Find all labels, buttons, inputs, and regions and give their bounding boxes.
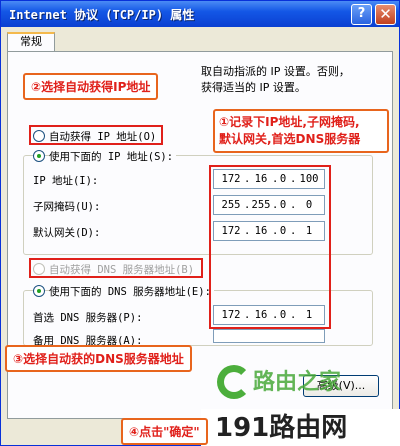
manual-ip-label[interactable]: 使用下面的 IP 地址(S):: [49, 149, 177, 164]
callout-step-1-line-2: 默认网关,首选DNS服务器: [219, 132, 361, 146]
watermark-logo-icon: [217, 365, 251, 399]
site-logo: 191路由网: [201, 409, 400, 446]
manual-ip-radio[interactable]: [33, 150, 45, 162]
watermark-text: 路由之家: [253, 370, 342, 395]
help-button[interactable]: ?: [351, 4, 372, 25]
close-button[interactable]: ✕: [375, 4, 396, 25]
titlebar: Internet 协议 (TCP/IP) 属性 ? ✕: [1, 1, 399, 27]
window-title: Internet 协议 (TCP/IP) 属性: [9, 8, 195, 22]
manual-dns-label[interactable]: 使用下面的 DNS 服务器地址(E):: [49, 284, 214, 299]
ip-address-label: IP 地址(I):: [33, 175, 99, 187]
gateway-label: 默认网关(D):: [33, 227, 101, 239]
preferred-dns-label: 首选 DNS 服务器(P):: [33, 312, 143, 324]
subnet-mask-label: 子网掩码(U):: [33, 201, 101, 213]
auto-dns-highlight: [29, 258, 203, 278]
tab-general[interactable]: 常规: [7, 32, 55, 52]
callout-step-3: ③选择自动获的DNS服务器地址: [5, 345, 192, 372]
manual-dns-radio[interactable]: [33, 285, 45, 297]
auto-ip-highlight: [29, 125, 163, 145]
intro-line-2: 获得适当的 IP 设置。: [201, 81, 306, 94]
intro-line-1: 取自动指派的 IP 设置。否则，: [201, 65, 350, 78]
tcpip-properties-window: Internet 协议 (TCP/IP) 属性 ? ✕ 常规 取自动指派的 IP…: [0, 0, 400, 446]
callout-step-4: ④点击"确定": [121, 418, 208, 445]
callout-step-1-line-1: ①记录下IP地址,子网掩码,: [219, 115, 360, 129]
alternate-dns-field[interactable]: [213, 329, 325, 343]
callout-step-2: ②选择自动获得IP地址: [23, 73, 159, 100]
callout-step-1: ①记录下IP地址,子网掩码, 默认网关,首选DNS服务器: [213, 109, 389, 153]
address-fields-highlight: [209, 165, 331, 329]
